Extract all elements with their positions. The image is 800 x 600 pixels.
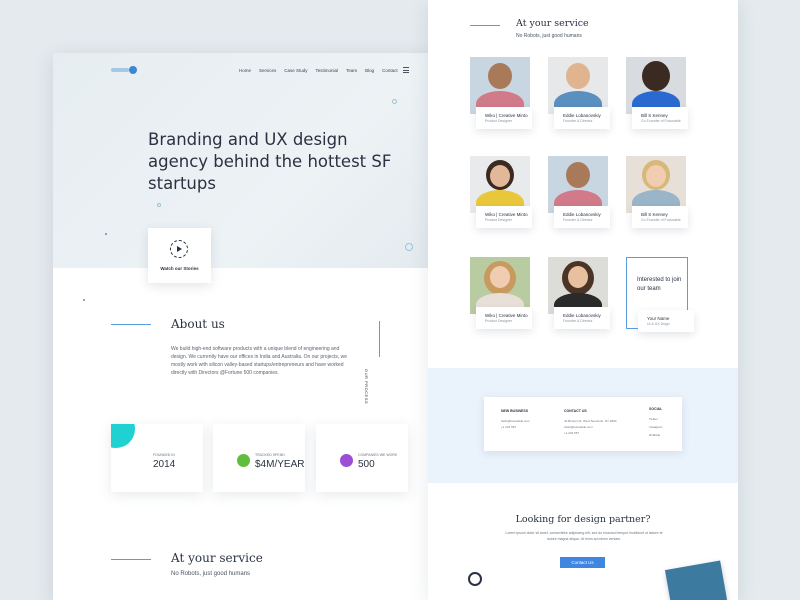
decor-circle	[157, 203, 161, 207]
team-member-card[interactable]: Bill S Kenney Co-Founder of Focusable	[626, 156, 688, 228]
about-title: About us	[171, 317, 225, 331]
nav-item-services[interactable]: Services	[259, 68, 276, 73]
main-nav: Home Services Case Study Testimonial Tea…	[239, 68, 398, 73]
stat-card-founded: FOUNDED IN 2014	[111, 424, 203, 492]
landing-page-left: Home Services Case Study Testimonial Tea…	[53, 53, 468, 600]
member-photo	[470, 257, 530, 314]
team-member-card[interactable]: Wiko | Creative Minto Product Designer	[470, 257, 532, 329]
service-subtitle: No Robots, just good humans	[516, 33, 582, 39]
section-divider	[111, 324, 151, 325]
social-instagram[interactable]: Instagram	[649, 425, 662, 429]
contact-email[interactable]: hello@focusable.com	[564, 425, 593, 429]
new-business-email[interactable]: hello@focusable.com	[501, 419, 530, 423]
nav-item-testimonial[interactable]: Testimonial	[316, 68, 339, 73]
member-photo	[548, 57, 608, 114]
team-member-card[interactable]: Wiko | Creative Minto Product Designer	[470, 156, 532, 228]
decor-circle	[392, 99, 397, 104]
member-name: Wiko | Creative Minto	[485, 313, 528, 318]
glasses-decor	[468, 572, 482, 586]
team-member-card[interactable]: Wiko | Creative Minto Product Designer	[470, 57, 532, 129]
join-name: Your Name	[647, 316, 670, 321]
team-member-card[interactable]: Bill S Kenney Co-Founder of Focusable	[626, 57, 688, 129]
companies-icon	[340, 454, 353, 467]
member-photo	[548, 156, 608, 213]
member-photo	[548, 257, 608, 314]
join-role: UI & UX Dsign	[647, 322, 670, 326]
team-member-card[interactable]: Eddie Lobanovskiy Founder & Director	[548, 257, 610, 329]
hamburger-menu-icon[interactable]	[403, 67, 409, 73]
contact-us-heading: CONTACT US	[564, 409, 587, 413]
section-divider	[470, 25, 500, 26]
team-member-card[interactable]: Eddie Lobanovskiy Founder & Director	[548, 57, 610, 129]
about-text: We build high-end software products with…	[171, 346, 348, 376]
stat-label: TRACKED SPEND	[255, 453, 285, 457]
book-decor	[664, 560, 728, 600]
partner-title: Looking for design partner?	[515, 514, 651, 525]
member-role: Co-Founder of Focusable	[641, 119, 681, 123]
service-title: At your service	[171, 551, 263, 565]
member-photo	[470, 156, 530, 213]
nav-item-contact[interactable]: Contact	[382, 68, 398, 73]
member-role: Product Designer	[485, 218, 513, 222]
service-subtitle: No Robots, just good humans	[171, 571, 251, 577]
decor-dot	[105, 233, 107, 235]
hero-headline: Branding and UX design agency behind the…	[148, 130, 392, 193]
member-name: Eddie Lobanovskiy	[563, 212, 601, 217]
service-title: At your service	[516, 18, 589, 29]
member-name: Bill S Kenney	[641, 212, 668, 217]
member-role: Founder & Director	[563, 119, 593, 123]
contact-address: 42 Bonnet St, West Seminole, NY 4800	[564, 419, 617, 423]
member-photo	[626, 57, 686, 114]
stat-label: FOUNDED IN	[153, 453, 175, 457]
member-role: Founder & Director	[563, 218, 593, 222]
nav-item-home[interactable]: Home	[239, 68, 251, 73]
stat-value: 2014	[153, 459, 176, 470]
section-divider	[111, 559, 151, 560]
our-process-label[interactable]: OUR PROCESS	[364, 369, 369, 404]
hero-section: Home Services Case Study Testimonial Tea…	[53, 53, 468, 301]
watch-stories-label: Watch our Stories	[160, 266, 199, 271]
member-photo	[626, 156, 686, 213]
member-name: Wiko | Creative Minto	[485, 113, 528, 118]
stat-label: COMPANIES WE WORK	[358, 453, 398, 457]
stat-accent-shape	[111, 424, 135, 448]
member-name: Wiko | Creative Minto	[485, 212, 528, 217]
new-business-phone[interactable]: +1 234 567	[501, 425, 516, 429]
stat-card-spend: TRACKED SPEND $4M/YEAR	[213, 424, 305, 492]
social-dribbble[interactable]: Dribbble	[649, 433, 660, 437]
brand-logo[interactable]	[111, 66, 137, 74]
process-line	[379, 321, 380, 357]
team-member-card[interactable]: Eddie Lobanovskiy Founder & Director	[548, 156, 610, 228]
contact-card: NEW BUSINESS hello@focusable.com +1 234 …	[484, 397, 682, 451]
join-team-text: Interested to join our team	[637, 277, 682, 292]
contact-section: NEW BUSINESS hello@focusable.com +1 234 …	[428, 368, 738, 483]
member-name: Eddie Lobanovskiy	[563, 113, 601, 118]
join-team-footer: Your Name UI & UX Dsign	[638, 310, 694, 332]
landing-page-right: At your service No Robots, just good hum…	[428, 0, 738, 600]
member-role: Founder & Director	[563, 319, 593, 323]
contact-us-button[interactable]: Contact Us	[560, 557, 605, 568]
social-twitter[interactable]: Twitter	[649, 417, 658, 421]
member-name: Eddie Lobanovskiy	[563, 313, 601, 318]
nav-item-team[interactable]: Team	[346, 68, 357, 73]
play-icon	[170, 240, 188, 258]
decor-circle	[405, 243, 413, 251]
stat-value: 500	[358, 459, 375, 470]
partner-text: Lorem ipsum dolor sit amet, consectetur …	[505, 531, 663, 541]
stat-value: $4M/YEAR	[255, 459, 305, 470]
nav-item-case-study[interactable]: Case Study	[284, 68, 307, 73]
member-role: Product Designer	[485, 319, 513, 323]
watch-stories-button[interactable]: Watch our Stories	[148, 228, 211, 283]
new-business-heading: NEW BUSINESS	[501, 409, 529, 413]
member-name: Bill S Kenney	[641, 113, 668, 118]
stat-card-companies: COMPANIES WE WORK 500	[316, 424, 408, 492]
contact-phone[interactable]: +1 234 567	[564, 431, 579, 435]
social-heading: SOCIAL	[649, 407, 663, 411]
nav-item-blog[interactable]: Blog	[365, 68, 374, 73]
member-role: Co-Founder of Focusable	[641, 218, 681, 222]
stats-icon	[237, 454, 250, 467]
member-role: Product Designer	[485, 119, 513, 123]
member-photo	[470, 57, 530, 114]
decor-dot	[83, 299, 85, 301]
